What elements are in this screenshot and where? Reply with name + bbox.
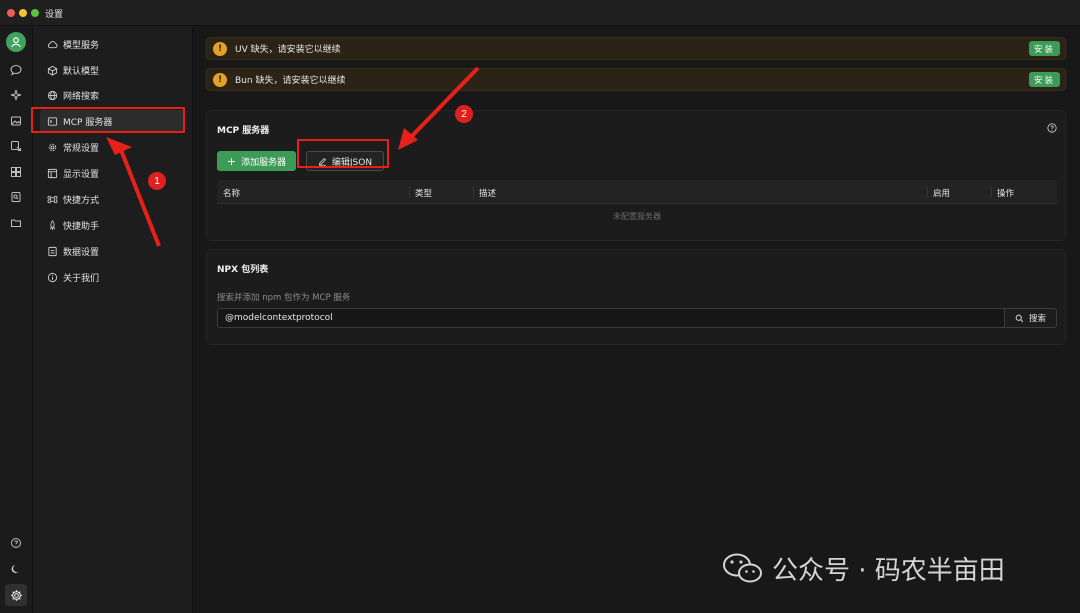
highlight-box-mcp-nav	[31, 107, 185, 133]
install-bun-button[interactable]: 安装	[1029, 72, 1060, 87]
help-circle-icon[interactable]	[8, 535, 24, 551]
title-bar: 设置	[0, 0, 1080, 26]
column-divider	[409, 186, 410, 198]
window-title: 设置	[45, 10, 64, 20]
nav-item-shortcuts[interactable]: 快捷方式	[40, 188, 185, 210]
alert-text: Bun 缺失，请安装它以继续	[235, 76, 346, 86]
file-search-icon[interactable]	[8, 189, 24, 205]
npx-packages-panel: NPX 包列表 搜索并添加 npm 包作为 MCP 服务 搜索	[206, 249, 1066, 345]
cube-icon	[46, 64, 58, 76]
npm-search-input[interactable]	[217, 308, 1005, 328]
user-icon	[11, 37, 21, 48]
column-divider	[927, 186, 928, 198]
search-icon	[1015, 314, 1024, 322]
column-description: 描述	[479, 189, 497, 199]
avatar[interactable]	[6, 32, 26, 52]
window-maximize-button[interactable]	[31, 9, 39, 17]
bun-missing-alert: ! Bun 缺失，请安装它以继续 安装	[206, 68, 1066, 91]
translate-icon[interactable]	[8, 138, 24, 154]
watermark-text: 公众号 · 码农半亩田	[772, 556, 1005, 586]
window-close-button[interactable]	[7, 9, 15, 17]
window-minimize-button[interactable]	[19, 9, 27, 17]
moon-icon[interactable]	[8, 561, 24, 577]
search-button[interactable]: 搜索	[1004, 308, 1057, 328]
settings-gear-icon[interactable]	[5, 584, 27, 606]
uv-missing-alert: ! UV 缺失，请安装它以继续 安装	[206, 37, 1066, 60]
apps-grid-icon[interactable]	[8, 164, 24, 180]
chat-icon[interactable]	[8, 62, 24, 78]
nav-item-label: 默认模型	[63, 66, 100, 77]
image-icon[interactable]	[8, 113, 24, 129]
nav-item-data-settings[interactable]: 数据设置	[40, 240, 185, 262]
gear-icon	[46, 141, 58, 153]
layout-icon	[46, 167, 58, 179]
help-icon[interactable]	[1047, 123, 1057, 133]
sparkle-icon[interactable]	[8, 87, 24, 103]
nav-item-label: 网络搜索	[63, 91, 100, 102]
globe-icon	[46, 89, 58, 101]
main-content: ! UV 缺失，请安装它以继续 安装 ! Bun 缺失，请安装它以继续 安装 M…	[193, 26, 1080, 613]
wechat-icon	[723, 553, 762, 582]
column-divider	[473, 186, 474, 198]
folder-icon[interactable]	[8, 215, 24, 231]
panel-subtitle: 搜索并添加 npm 包作为 MCP 服务	[217, 293, 351, 303]
cloud-icon	[46, 38, 58, 50]
annotation-badge-2: 2	[455, 105, 473, 123]
nav-item-label: 数据设置	[63, 247, 100, 258]
nav-item-quick-assistant[interactable]: 快捷助手	[40, 214, 185, 236]
warning-icon: !	[213, 72, 227, 87]
nav-item-general-settings[interactable]: 常规设置	[40, 136, 185, 158]
nav-item-default-model[interactable]: 默认模型	[40, 59, 185, 81]
nav-item-label: 显示设置	[63, 169, 100, 180]
empty-table-message: 未配置服务器	[613, 211, 661, 221]
nav-item-label: 快捷助手	[63, 221, 100, 232]
add-server-button[interactable]: + 添加服务器	[217, 151, 296, 171]
column-name: 名称	[223, 189, 241, 199]
nav-item-label: 关于我们	[63, 273, 100, 284]
annotation-badge-1: 1	[148, 172, 166, 190]
plus-icon: +	[226, 154, 237, 168]
mcp-servers-panel: MCP 服务器 + 添加服务器 编辑JSON 名称 类型 描述 启用 操作 未配…	[206, 110, 1066, 241]
nav-item-label: 模型服务	[63, 40, 100, 51]
nav-item-label: 常规设置	[63, 143, 100, 154]
install-uv-button[interactable]: 安装	[1029, 41, 1060, 56]
nav-item-label: 快捷方式	[63, 195, 100, 206]
nav-item-web-search[interactable]: 网络搜索	[40, 84, 185, 106]
column-divider	[991, 186, 992, 198]
warning-icon: !	[213, 41, 227, 56]
add-server-label: 添加服务器	[241, 157, 287, 168]
watermark: 公众号 · 码农半亩田	[722, 550, 1005, 587]
highlight-box-edit-json	[297, 139, 389, 168]
nav-item-about[interactable]: 关于我们	[40, 266, 185, 288]
column-actions: 操作	[997, 189, 1015, 199]
panel-title: MCP 服务器	[217, 126, 270, 136]
alert-text: UV 缺失，请安装它以继续	[235, 45, 341, 55]
column-type: 类型	[415, 189, 433, 199]
rocket-icon	[46, 219, 58, 231]
panel-title: NPX 包列表	[217, 265, 269, 275]
command-icon	[46, 193, 58, 205]
info-icon	[46, 271, 58, 283]
column-enabled: 启用	[933, 189, 951, 199]
servers-table-header: 名称 类型 描述 启用 操作	[217, 180, 1057, 204]
search-button-label: 搜索	[1028, 314, 1046, 324]
icon-rail	[0, 26, 33, 613]
nav-item-model-service[interactable]: 模型服务	[40, 33, 185, 55]
database-icon	[46, 245, 58, 257]
